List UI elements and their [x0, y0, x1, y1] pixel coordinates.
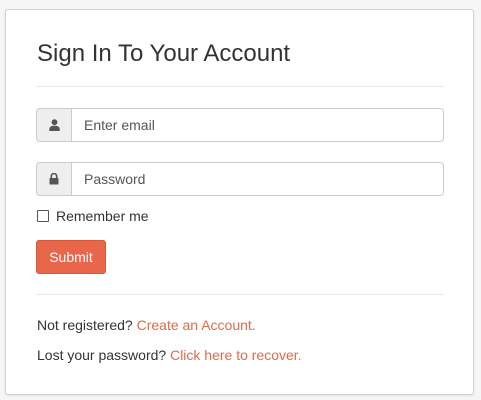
- recover-password-link[interactable]: Click here to recover.: [170, 347, 302, 363]
- lock-icon: [36, 162, 71, 196]
- recover-line: Lost your password? Click here to recove…: [37, 346, 302, 364]
- title-divider: [36, 86, 444, 87]
- submit-button[interactable]: Submit: [36, 240, 106, 274]
- email-input[interactable]: [71, 108, 444, 142]
- sign-in-card: Sign In To Your Account Remember me Subm…: [5, 9, 474, 395]
- register-prompt: Not registered?: [37, 317, 133, 333]
- recover-prompt: Lost your password?: [37, 347, 167, 363]
- footer-divider: [36, 294, 444, 295]
- remember-me-checkbox[interactable]: [37, 210, 49, 222]
- remember-me[interactable]: Remember me: [37, 207, 149, 225]
- create-account-link[interactable]: Create an Account.: [137, 317, 256, 333]
- form-title: Sign In To Your Account: [37, 40, 291, 67]
- password-input-group: [36, 162, 444, 196]
- register-line: Not registered? Create an Account.: [37, 316, 256, 334]
- password-input[interactable]: [71, 162, 444, 196]
- remember-me-label: Remember me: [56, 208, 149, 224]
- user-icon: [36, 108, 71, 142]
- email-input-group: [36, 108, 444, 142]
